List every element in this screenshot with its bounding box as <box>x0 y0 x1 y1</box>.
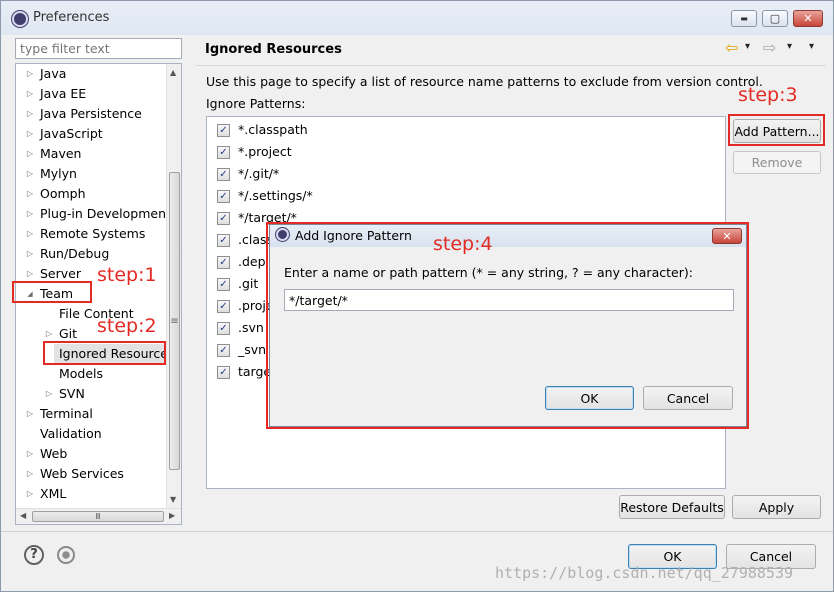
filter-input[interactable] <box>15 38 182 59</box>
expand-arrow-icon[interactable]: ▷ <box>25 84 35 104</box>
footer-separator <box>1 531 833 532</box>
tree-item-label: Validation <box>40 426 102 441</box>
tree-item-label: Terminal <box>40 406 93 421</box>
forward-dropdown-icon[interactable]: ▾ <box>787 41 792 52</box>
page-title: Ignored Resources <box>205 42 342 57</box>
pattern-checkbox[interactable]: ✓ <box>217 212 230 225</box>
tree-item-label: Java <box>40 66 67 81</box>
minimize-icon: ▬ <box>740 14 748 23</box>
remove-button[interactable]: Remove <box>733 151 821 174</box>
tree-item-label: Web Services <box>40 466 124 481</box>
tree-item-label: JavaScript <box>40 126 103 141</box>
close-button[interactable]: ✕ <box>793 10 823 27</box>
tree-item-label: Models <box>59 366 104 381</box>
expand-arrow-icon[interactable]: ▷ <box>25 224 35 244</box>
tree-item-label: Mylyn <box>40 166 77 181</box>
pattern-checkbox[interactable]: ✓ <box>217 344 230 357</box>
expand-arrow-icon[interactable]: ▷ <box>25 404 35 424</box>
expand-arrow-icon[interactable]: ▷ <box>25 464 35 484</box>
scroll-left-icon[interactable]: ◀ <box>20 511 26 520</box>
tree-item-label: XML <box>40 486 67 501</box>
tree-item-label: Web <box>40 446 68 461</box>
pattern-checkbox[interactable]: ✓ <box>217 190 230 203</box>
pattern-checkbox[interactable]: ✓ <box>217 322 230 335</box>
expand-arrow-icon[interactable]: ▷ <box>25 104 35 124</box>
pattern-text: .svn <box>238 320 264 335</box>
patterns-label: Ignore Patterns: <box>206 96 306 111</box>
scroll-down-icon[interactable]: ▼ <box>170 495 176 504</box>
maximize-button[interactable]: ▢ <box>762 10 788 27</box>
scroll-thumb[interactable]: ≡ <box>169 172 180 470</box>
scroll-grip-icon: Ⅲ <box>95 512 101 521</box>
pattern-text: *.project <box>238 144 292 159</box>
tree-item-label: Remote Systems <box>40 226 146 241</box>
tree-item-label: SVN <box>59 386 85 401</box>
watermark: https://blog.csdn.net/qq_27988539 <box>495 564 794 582</box>
eclipse-icon <box>12 11 28 27</box>
view-menu-icon[interactable]: ▾ <box>809 41 814 52</box>
back-dropdown-icon[interactable]: ▾ <box>745 41 750 52</box>
annotation-box-team <box>12 281 92 303</box>
close-icon: ✕ <box>803 12 813 25</box>
scroll-right-icon[interactable]: ▶ <box>169 511 175 520</box>
minimize-button[interactable]: ▬ <box>731 10 757 27</box>
title-bar: Preferences ▬ ▢ ✕ <box>1 1 833 35</box>
tree-item-label: Plug-in Development <box>40 206 166 221</box>
pattern-checkbox[interactable]: ✓ <box>217 256 230 269</box>
pattern-text: */.git/* <box>238 166 280 181</box>
annotation-step-2: step:2 <box>97 315 157 337</box>
tree-vertical-scrollbar[interactable]: ▲ ≡ ▼ <box>166 64 181 508</box>
tree-item-label: Java Persistence <box>40 106 142 121</box>
pattern-checkbox[interactable]: ✓ <box>217 124 230 137</box>
expand-arrow-icon[interactable]: ▷ <box>25 184 35 204</box>
pattern-checkbox[interactable]: ✓ <box>217 300 230 313</box>
pattern-text: _svn <box>238 342 267 357</box>
back-arrow-icon[interactable]: ⇦ <box>725 38 738 57</box>
annotation-step-3: step:3 <box>738 84 798 106</box>
expand-arrow-icon[interactable]: ▷ <box>25 124 35 144</box>
pattern-checkbox[interactable]: ✓ <box>217 278 230 291</box>
expand-arrow-icon[interactable]: ▷ <box>25 204 35 224</box>
hscroll-thumb[interactable]: Ⅲ <box>32 511 164 522</box>
scroll-up-icon[interactable]: ▲ <box>170 68 176 77</box>
expand-arrow-icon[interactable]: ▷ <box>25 164 35 184</box>
tree-item-label: Java EE <box>40 86 87 101</box>
import-export-icon[interactable] <box>57 546 75 564</box>
window-title: Preferences <box>33 10 110 25</box>
expand-arrow-icon[interactable]: ▷ <box>25 144 35 164</box>
annotation-box-add-pattern <box>728 114 825 146</box>
expand-arrow-icon[interactable]: ▷ <box>44 384 54 404</box>
expand-arrow-icon[interactable]: ▷ <box>25 64 35 84</box>
tree-item-label: Run/Debug <box>40 246 110 261</box>
pattern-text: */.settings/* <box>238 188 313 203</box>
forward-arrow-icon[interactable]: ⇨ <box>763 38 776 57</box>
separator <box>196 65 826 66</box>
pattern-checkbox[interactable]: ✓ <box>217 146 230 159</box>
restore-defaults-button[interactable]: Restore Defaults <box>619 495 725 519</box>
pattern-text: .git <box>238 276 259 291</box>
annotation-box-dialog <box>266 222 749 429</box>
apply-button[interactable]: Apply <box>732 495 821 519</box>
annotation-step-4: step:4 <box>433 233 493 255</box>
maximize-icon: ▢ <box>769 12 781 25</box>
page-description: Use this page to specify a list of resou… <box>206 74 763 89</box>
tree-horizontal-scrollbar[interactable]: ◀ Ⅲ ▶ <box>16 508 181 524</box>
expand-arrow-icon[interactable]: ▷ <box>25 484 35 504</box>
pattern-checkbox[interactable]: ✓ <box>217 366 230 379</box>
help-icon[interactable]: ? <box>24 545 44 565</box>
pattern-checkbox[interactable]: ✓ <box>217 234 230 247</box>
annotation-step-1: step:1 <box>97 264 157 286</box>
scroll-grip-icon: ≡ <box>170 316 179 327</box>
expand-arrow-icon[interactable]: ▷ <box>25 444 35 464</box>
tree-item-label: Oomph <box>40 186 86 201</box>
pattern-text: *.classpath <box>238 122 308 137</box>
expand-arrow-icon[interactable]: ▷ <box>25 244 35 264</box>
tree-item-label: Maven <box>40 146 82 161</box>
annotation-box-ignored-resources <box>43 341 166 365</box>
pattern-checkbox[interactable]: ✓ <box>217 168 230 181</box>
